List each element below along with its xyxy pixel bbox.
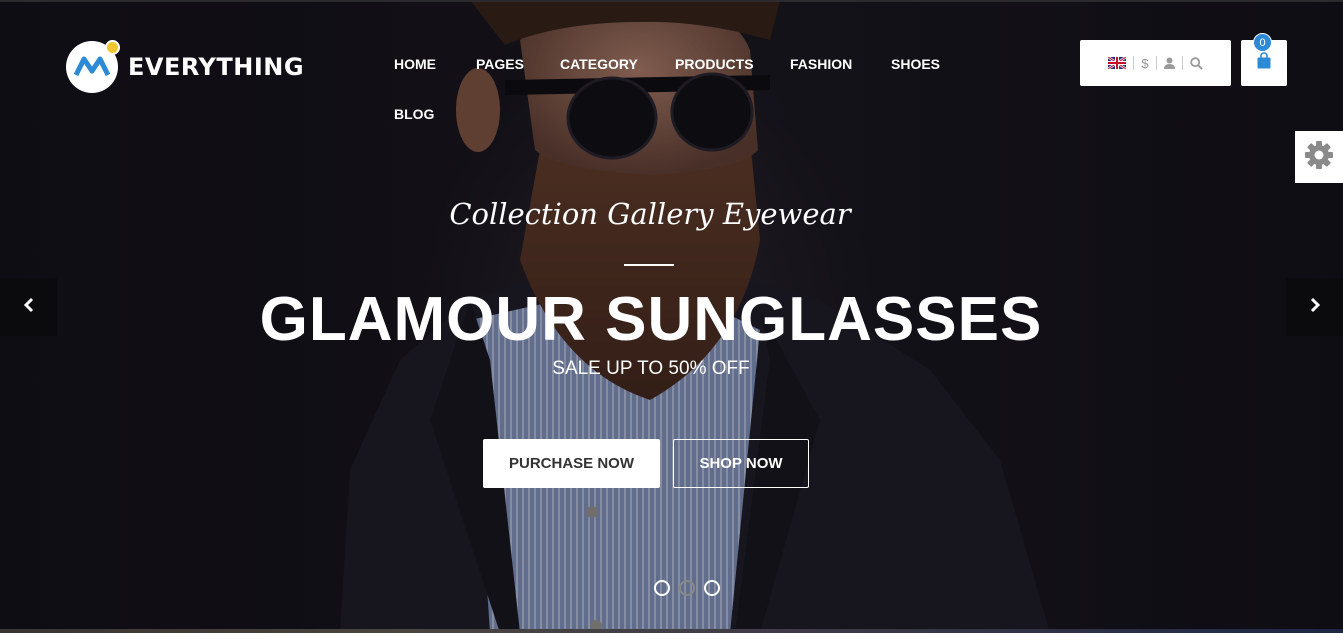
- search-icon[interactable]: [1189, 56, 1203, 70]
- slider-pagination: [654, 580, 720, 596]
- nav-item-products[interactable]: PRODUCTS: [675, 56, 754, 72]
- nav-item-category[interactable]: CATEGORY: [560, 56, 638, 72]
- header-tools: $: [1080, 40, 1231, 86]
- slider-dot-3[interactable]: [704, 580, 720, 596]
- shopping-bag-icon: [1256, 52, 1272, 74]
- slide-tagline: SALE UP TO 50% OFF: [552, 358, 750, 379]
- divider: [1155, 56, 1157, 70]
- nav-item-home[interactable]: HOME: [394, 56, 436, 72]
- chevron-right-icon: [1309, 297, 1321, 318]
- uk-flag-icon[interactable]: [1108, 57, 1127, 69]
- divider: [1133, 56, 1135, 70]
- top-border: [0, 0, 1343, 2]
- nav-item-fashion[interactable]: FASHION: [790, 56, 852, 72]
- shop-now-button[interactable]: SHOP NOW: [673, 439, 809, 488]
- slide-divider: [624, 264, 674, 266]
- nav-item-blog[interactable]: BLOG: [394, 106, 434, 122]
- currency-dollar-icon[interactable]: $: [1141, 56, 1148, 71]
- next-section-edge: [0, 629, 1343, 633]
- purchase-now-button[interactable]: PURCHASE NOW: [483, 439, 660, 488]
- nav-item-shoes[interactable]: SHOES: [891, 56, 940, 72]
- settings-panel-toggle[interactable]: [1295, 131, 1343, 183]
- brand-name: EVERYTHING: [128, 53, 305, 81]
- logo-coin-icon: [105, 40, 120, 55]
- slider-dot-2[interactable]: [679, 580, 695, 596]
- gear-icon: [1304, 140, 1334, 175]
- cart-count-badge: 0: [1253, 33, 1272, 52]
- divider: [1181, 56, 1183, 70]
- user-icon[interactable]: [1163, 57, 1175, 69]
- slide-subtitle: Collection Gallery Eyewear: [449, 197, 851, 231]
- slider-dot-1[interactable]: [654, 580, 670, 596]
- nav-item-pages[interactable]: PAGES: [476, 56, 524, 72]
- logo[interactable]: EVERYTHING: [66, 40, 305, 93]
- logo-mark-icon: [66, 40, 120, 93]
- slide-title: GLAMOUR SUNGLASSES: [259, 285, 1043, 354]
